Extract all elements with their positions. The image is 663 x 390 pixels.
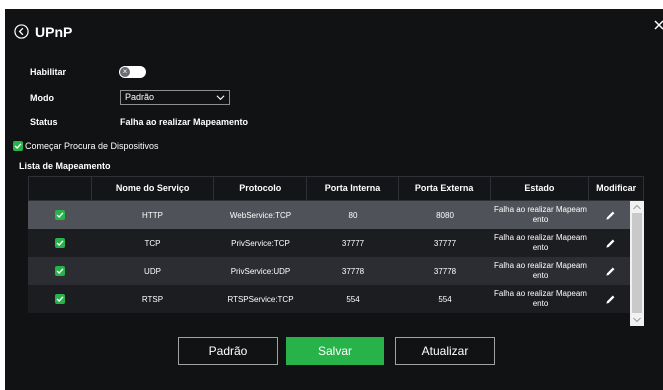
header-internal-port: Porta Interna [307,177,399,200]
table-header: Nome do Serviço Protocolo Porta Interna … [28,176,644,201]
external-port: 554 [438,294,452,304]
save-button[interactable]: Salvar [286,337,384,365]
chevron-down-icon [216,95,225,101]
protocol: PrivService:TCP [231,238,290,248]
external-port: 37777 [433,238,457,248]
edit-icon[interactable] [605,210,616,221]
enable-label: Habilitar [30,67,67,77]
state: Falha ao realizar Mapeam ento [494,289,587,308]
page-title: UPnP [35,24,73,40]
internal-port: 80 [348,210,358,220]
title-bar: UPnP [5,9,663,53]
status-value: Falha ao realizar Mapeamento [120,117,249,127]
header-service-name: Nome do Serviço [92,177,215,200]
protocol: RTSPService:TCP [227,294,294,304]
internal-port: 37777 [341,238,365,248]
check-icon [14,143,22,149]
scroll-up-icon[interactable] [633,204,641,210]
upnp-window: UPnP Habilitar × Modo Padrão Status Falh… [5,9,663,390]
discovery-checkbox[interactable] [13,141,23,151]
back-icon[interactable] [14,24,29,39]
table-row[interactable]: TCP PrivService:TCP 37777 37777 Falha ao… [28,229,630,257]
header-protocol: Protocolo [214,177,308,200]
state: Falha ao realizar Mapeam ento [494,233,587,252]
refresh-button[interactable]: Atualizar [395,337,495,365]
mode-select[interactable]: Padrão [120,90,230,105]
row-checkbox[interactable] [54,266,65,276]
state: Falha ao realizar Mapeam ento [494,205,587,224]
toggle-off-icon: × [120,67,130,77]
service-name: TCP [144,238,161,248]
external-port: 8080 [436,210,454,220]
default-button[interactable]: Padrão [178,337,278,365]
table-row[interactable]: RTSP RTSPService:TCP 554 554 Falha ao re… [28,285,630,313]
check-icon [56,212,64,218]
check-icon [56,296,64,302]
edit-icon[interactable] [605,294,616,305]
header-external-port: Porta Externa [399,177,491,200]
external-port: 37778 [433,266,457,276]
table-row[interactable]: UDP PrivService:UDP 37778 37778 Falha ao… [28,257,630,285]
mapping-table: Nome do Serviço Protocolo Porta Interna … [28,176,644,326]
internal-port: 554 [346,294,360,304]
edit-icon[interactable] [605,266,616,277]
table-scrollbar[interactable] [630,201,644,326]
header-state: Estado [491,177,590,200]
discovery-label: Começar Procura de Dispositivos [25,141,159,151]
scroll-down-icon[interactable] [633,317,641,323]
header-modify: Modificar [596,183,637,193]
close-icon[interactable] [653,19,663,31]
row-checkbox[interactable] [54,294,65,304]
service-name: UDP [144,266,161,276]
table-row[interactable]: HTTP WebService:TCP 80 8080 Falha ao rea… [28,201,630,229]
status-label: Status [30,117,58,127]
row-checkbox[interactable] [54,238,65,248]
mode-value: Padrão [125,92,155,102]
protocol: PrivService:UDP [230,266,291,276]
enable-toggle[interactable]: × [119,66,146,78]
internal-port: 37778 [341,266,365,276]
state: Falha ao realizar Mapeam ento [494,261,587,280]
mapping-list-label: Lista de Mapeamento [19,161,111,171]
service-name: RTSP [141,294,164,304]
row-checkbox[interactable] [54,210,65,220]
scrollbar-thumb[interactable] [632,213,642,313]
edit-icon[interactable] [605,238,616,249]
header-select [29,177,92,200]
protocol: WebService:TCP [229,210,292,220]
mode-label: Modo [30,93,54,103]
service-name: HTTP [142,210,163,220]
check-icon [56,268,64,274]
check-icon [56,240,64,246]
